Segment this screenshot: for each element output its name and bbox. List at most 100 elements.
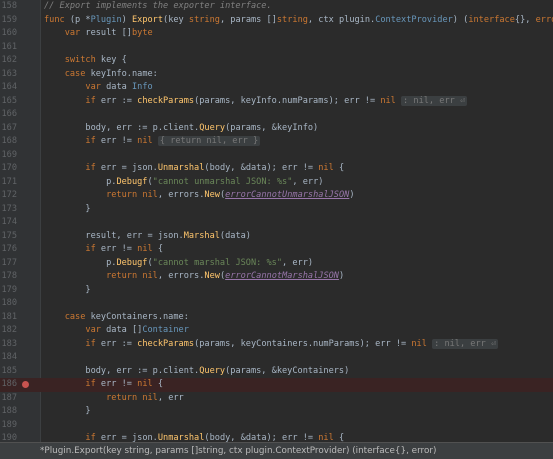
code-text[interactable]: var data Info	[44, 81, 152, 95]
line-number[interactable]: 179	[0, 284, 17, 298]
code-line[interactable]: 158 // Export implements the exporter int…	[0, 0, 553, 14]
code-text[interactable]: if err = json.Unmarshal(body, &data); er…	[44, 432, 344, 442]
code-line[interactable]: 165 if err := checkParams(params, keyInf…	[0, 95, 553, 109]
line-number[interactable]: 159	[0, 14, 17, 28]
code-text[interactable]: case keyInfo.name:	[44, 68, 158, 82]
code-line[interactable]: 186 if err != nil {	[0, 378, 553, 392]
line-number[interactable]: 187	[0, 392, 17, 406]
code-line[interactable]: 178 return nil, errors.New(errorCannotMa…	[0, 270, 553, 284]
line-number[interactable]: 176	[0, 243, 17, 257]
code-line[interactable]: 176 if err != nil {	[0, 243, 553, 257]
code-line[interactable]: 169	[0, 149, 553, 163]
line-number[interactable]: 189	[0, 419, 17, 433]
code-text[interactable]: return nil, errors.New(errorCannotUnmars…	[44, 189, 354, 203]
line-number[interactable]: 175	[0, 230, 17, 244]
code-line[interactable]: 163 case keyInfo.name:	[0, 68, 553, 82]
code-text[interactable]: }	[44, 405, 90, 419]
code-text[interactable]: if err := checkParams(params, keyContain…	[44, 338, 499, 352]
line-number[interactable]: 181	[0, 311, 17, 325]
code-text[interactable]: if err := checkParams(params, keyInfo.nu…	[44, 95, 468, 109]
line-number[interactable]: 190	[0, 432, 17, 442]
folded-code-hint[interactable]: : nil, err ⏎	[401, 95, 468, 106]
code-text[interactable]: if err != nil {	[44, 378, 163, 392]
code-text[interactable]: body, err := p.client.Query(params, &key…	[44, 365, 349, 379]
code-text[interactable]: if err = json.Unmarshal(body, &data); er…	[44, 162, 344, 176]
code-text[interactable]: case keyContainers.name:	[44, 311, 189, 325]
line-number[interactable]: 158	[0, 0, 17, 14]
code-line[interactable]: 181 case keyContainers.name:	[0, 311, 553, 325]
breakpoint-icon[interactable]	[22, 381, 29, 388]
line-number[interactable]: 182	[0, 324, 17, 338]
line-number[interactable]: 161	[0, 41, 17, 55]
line-number[interactable]: 165	[0, 95, 17, 109]
code-line[interactable]: 174	[0, 216, 553, 230]
line-number[interactable]: 164	[0, 81, 17, 95]
code-line[interactable]: 184	[0, 351, 553, 365]
code-line[interactable]: 177 p.Debugf("cannot marshal JSON: %s", …	[0, 257, 553, 271]
code-line[interactable]: 161	[0, 41, 553, 55]
code-line[interactable]: 175 result, err = json.Marshal(data)	[0, 230, 553, 244]
code-line[interactable]: 188 }	[0, 405, 553, 419]
line-number[interactable]: 167	[0, 122, 17, 136]
code-line[interactable]: 162 switch key {	[0, 54, 553, 68]
line-number[interactable]: 174	[0, 216, 17, 230]
code-line[interactable]: 182 var data []Container	[0, 324, 553, 338]
code-line[interactable]: 173 }	[0, 203, 553, 217]
code-text[interactable]: p.Debugf("cannot marshal JSON: %s", err)	[44, 257, 313, 271]
line-number[interactable]: 184	[0, 351, 17, 365]
code-line[interactable]: 171 p.Debugf("cannot unmarshal JSON: %s"…	[0, 176, 553, 190]
line-number[interactable]: 163	[0, 68, 17, 82]
code-text[interactable]: result, err = json.Marshal(data)	[44, 230, 251, 244]
code-line[interactable]: 180	[0, 297, 553, 311]
line-number[interactable]: 177	[0, 257, 17, 271]
folded-code-hint[interactable]: : nil, err ⏎	[432, 338, 499, 349]
line-number[interactable]: 180	[0, 297, 17, 311]
code-token: Export	[131, 14, 164, 25]
code-text[interactable]: if err != nil { return nil, err }	[44, 135, 261, 149]
line-number[interactable]: 168	[0, 135, 17, 149]
code-text[interactable]: p.Debugf("cannot unmarshal JSON: %s", er…	[44, 176, 323, 190]
code-line[interactable]: 160 var result []byte	[0, 27, 553, 41]
code-text[interactable]: return nil, errors.New(errorCannotMarsha…	[44, 270, 344, 284]
line-number[interactable]: 186	[0, 378, 17, 392]
line-number[interactable]: 169	[0, 149, 17, 163]
code-line[interactable]: 167 body, err := p.client.Query(params, …	[0, 122, 553, 136]
line-number[interactable]: 171	[0, 176, 17, 190]
code-text[interactable]: body, err := p.client.Query(params, &key…	[44, 122, 318, 136]
line-number[interactable]: 160	[0, 27, 17, 41]
code-text[interactable]: }	[44, 203, 90, 217]
code-line[interactable]: 159 func (p *Plugin) Export(key string, p…	[0, 14, 553, 28]
code-token: (params, keyInfo.numParams); err !=	[194, 95, 381, 106]
code-line[interactable]: 166	[0, 108, 553, 122]
code-text[interactable]: switch key {	[44, 54, 127, 68]
line-number[interactable]: 162	[0, 54, 17, 68]
code-line[interactable]: 168 if err != nil { return nil, err }	[0, 135, 553, 149]
code-text[interactable]: var result []byte	[44, 27, 153, 41]
folded-code-hint[interactable]: { return nil, err }	[157, 136, 261, 146]
code-text[interactable]: var data []Container	[44, 324, 189, 338]
code-line[interactable]: 164 var data Info	[0, 81, 553, 95]
code-line[interactable]: 179 }	[0, 284, 553, 298]
code-token: , err)	[292, 176, 324, 187]
code-text[interactable]: if err != nil {	[44, 243, 163, 257]
code-line[interactable]: 170 if err = json.Unmarshal(body, &data)…	[0, 162, 553, 176]
code-text[interactable]: func (p *Plugin) Export(key string, para…	[44, 14, 553, 28]
line-number[interactable]: 170	[0, 162, 17, 176]
code-line[interactable]: 190 if err = json.Unmarshal(body, &data)…	[0, 432, 553, 442]
code-editor[interactable]: 158 // Export implements the exporter int…	[0, 0, 553, 442]
code-line[interactable]: 185 body, err := p.client.Query(params, …	[0, 365, 553, 379]
line-number[interactable]: 185	[0, 365, 17, 379]
code-line[interactable]: 187 return nil, err	[0, 392, 553, 406]
code-text[interactable]: }	[44, 284, 90, 298]
code-text[interactable]: return nil, err	[44, 392, 184, 406]
code-line[interactable]: 183 if err := checkParams(params, keyCon…	[0, 338, 553, 352]
code-line[interactable]: 189	[0, 419, 553, 433]
line-number[interactable]: 166	[0, 108, 17, 122]
line-number[interactable]: 172	[0, 189, 17, 203]
line-number[interactable]: 173	[0, 203, 17, 217]
code-line[interactable]: 172 return nil, errors.New(errorCannotUn…	[0, 189, 553, 203]
code-text[interactable]: // Export implements the exporter interf…	[44, 0, 272, 14]
line-number[interactable]: 178	[0, 270, 17, 284]
line-number[interactable]: 188	[0, 405, 17, 419]
line-number[interactable]: 183	[0, 338, 17, 352]
